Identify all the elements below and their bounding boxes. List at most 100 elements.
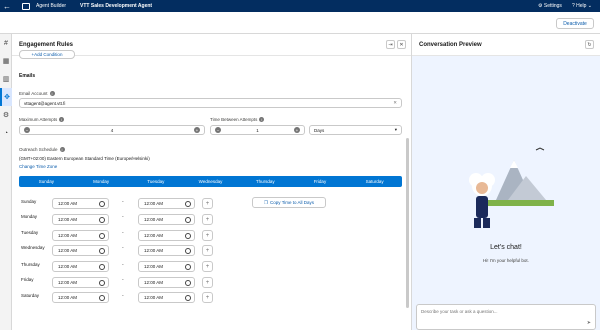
day-tab[interactable]: Thursday — [238, 176, 293, 187]
outreach-label-row: Outreach Schedule i — [19, 147, 65, 152]
plus-icon[interactable]: + — [294, 127, 300, 133]
end-time-value: 12:00 AM — [144, 280, 164, 285]
schedule-day-label: Monday — [21, 214, 38, 219]
timezone-text: (GMT+02:00) Eastern European Standard Ti… — [19, 156, 150, 161]
add-time-button[interactable]: + — [202, 277, 213, 288]
expand-icon[interactable]: ⇥ — [386, 40, 395, 49]
help-label: Help — [576, 3, 587, 9]
time-between-value: 1 — [256, 127, 259, 133]
time-between-label-row: Time Between Attempts i — [210, 117, 265, 122]
schedule-day-label: Thursday — [21, 262, 40, 267]
add-time-button[interactable]: + — [202, 292, 213, 303]
chat-greeting: Hi! I'm your helpful bot. — [483, 258, 529, 263]
global-header: ← Agent Builder VTT Sales Development Ag… — [0, 0, 600, 12]
clock-icon — [185, 280, 191, 286]
range-dash: - — [122, 277, 124, 283]
info-icon[interactable]: i — [59, 117, 65, 122]
end-time-value: 12:00 AM — [144, 248, 164, 253]
max-attempts-stepper[interactable]: − 4 + — [19, 125, 205, 135]
add-time-button[interactable]: + — [202, 261, 213, 272]
end-time-input[interactable]: 12:00 AM — [138, 198, 195, 209]
add-time-button[interactable]: + — [202, 198, 213, 209]
add-condition-button[interactable]: + Add Condition — [19, 50, 75, 59]
close-icon[interactable]: ✕ — [397, 40, 406, 49]
end-time-input[interactable]: 12:00 AM — [138, 277, 195, 288]
email-account-label-row: Email Account i — [19, 91, 55, 96]
clock-icon — [99, 280, 105, 286]
max-attempts-label: Maximum Attempts — [19, 117, 58, 122]
schedule-day-label: Wednesday — [21, 245, 45, 250]
chat-input-placeholder: Describe your task or ask a question... — [421, 309, 498, 314]
start-time-input[interactable]: 12:00 AM — [52, 292, 109, 303]
add-time-button[interactable]: + — [202, 230, 213, 241]
end-time-input[interactable]: 12:00 AM — [138, 292, 195, 303]
refresh-icon[interactable]: ↻ — [585, 40, 594, 49]
scrollbar[interactable] — [406, 138, 409, 308]
info-icon[interactable]: i — [59, 147, 65, 152]
copy-time-button[interactable]: ❐ Copy Time to All Days — [252, 197, 326, 208]
change-timezone-link[interactable]: Change Time Zone — [19, 164, 57, 169]
info-icon[interactable]: i — [259, 117, 265, 122]
clock-icon — [99, 264, 105, 270]
start-time-input[interactable]: 12:00 AM — [52, 277, 109, 288]
clock-icon — [185, 295, 191, 301]
chevron-down-icon: ⌄ — [587, 3, 592, 9]
end-time-input[interactable]: 12:00 AM — [138, 230, 195, 241]
time-unit-select[interactable]: Days ▾ — [309, 125, 402, 135]
email-account-field[interactable]: vttagent@agent.vtt.fi ✕ — [19, 98, 402, 108]
end-time-value: 12:00 AM — [144, 217, 164, 222]
settings-label: Settings — [543, 3, 562, 9]
start-time-input[interactable]: 12:00 AM — [52, 230, 109, 241]
range-dash: - — [122, 245, 124, 251]
connections-icon[interactable]: ⚙ — [0, 106, 12, 124]
add-time-button[interactable]: + — [202, 245, 213, 256]
info-icon[interactable]: i — [49, 91, 55, 96]
end-time-input[interactable]: 12:00 AM — [138, 214, 195, 225]
end-time-input[interactable]: 12:00 AM — [138, 261, 195, 272]
start-time-value: 12:00 AM — [58, 233, 78, 238]
left-rail: # ▦ ▥ ✥ ⚙ ◔ — [0, 34, 12, 330]
start-time-value: 12:00 AM — [58, 280, 78, 285]
outreach-label: Outreach Schedule — [19, 147, 58, 152]
schedule-day-label: Tuesday — [21, 230, 39, 235]
day-tab[interactable]: Friday — [293, 176, 348, 187]
grid-icon[interactable]: ▦ — [0, 52, 12, 70]
day-tab[interactable]: Sunday — [19, 176, 74, 187]
conversation-preview-panel: Conversation Preview ↻ Let's chat! Hi! I… — [412, 34, 600, 330]
start-time-input[interactable]: 12:00 AM — [52, 214, 109, 225]
start-time-input[interactable]: 12:00 AM — [52, 245, 109, 256]
add-time-button[interactable]: + — [202, 214, 213, 225]
range-dash: - — [122, 199, 124, 205]
back-arrow-icon[interactable]: ← — [0, 2, 14, 11]
clock-icon — [185, 233, 191, 239]
deactivate-button[interactable]: Deactivate — [556, 18, 594, 29]
max-attempts-label-row: Maximum Attempts i — [19, 117, 65, 122]
start-time-value: 12:00 AM — [58, 295, 78, 300]
day-tab[interactable]: Saturday — [347, 176, 402, 187]
time-between-label: Time Between Attempts — [210, 117, 258, 122]
email-account-value: vttagent@agent.vtt.fi — [24, 100, 66, 106]
end-time-value: 12:00 AM — [144, 295, 164, 300]
clear-icon[interactable]: ✕ — [393, 100, 397, 106]
range-dash: - — [122, 230, 124, 236]
time-between-stepper[interactable]: − 1 + — [210, 125, 305, 135]
day-tab[interactable]: Wednesday — [183, 176, 238, 187]
start-time-value: 12:00 AM — [58, 201, 78, 206]
start-time-input[interactable]: 12:00 AM — [52, 261, 109, 272]
analytics-icon[interactable]: ◔ — [0, 124, 12, 142]
hash-icon[interactable]: # — [0, 34, 12, 52]
plus-icon[interactable]: + — [194, 127, 200, 133]
chat-input[interactable]: Describe your task or ask a question... … — [416, 304, 596, 330]
clock-icon — [99, 233, 105, 239]
day-tab[interactable]: Tuesday — [128, 176, 183, 187]
day-tab[interactable]: Monday — [74, 176, 129, 187]
end-time-input[interactable]: 12:00 AM — [138, 245, 195, 256]
schedule-day-label: Sunday — [21, 199, 37, 204]
engagement-icon[interactable]: ✥ — [0, 88, 12, 106]
send-icon[interactable]: ➤ — [587, 320, 591, 326]
help-button[interactable]: ? Help ⌄ — [572, 3, 592, 9]
start-time-input[interactable]: 12:00 AM — [52, 198, 109, 209]
action-bar: Deactivate — [0, 12, 600, 34]
library-icon[interactable]: ▥ — [0, 70, 12, 88]
settings-button[interactable]: ⚙ Settings — [538, 3, 562, 9]
